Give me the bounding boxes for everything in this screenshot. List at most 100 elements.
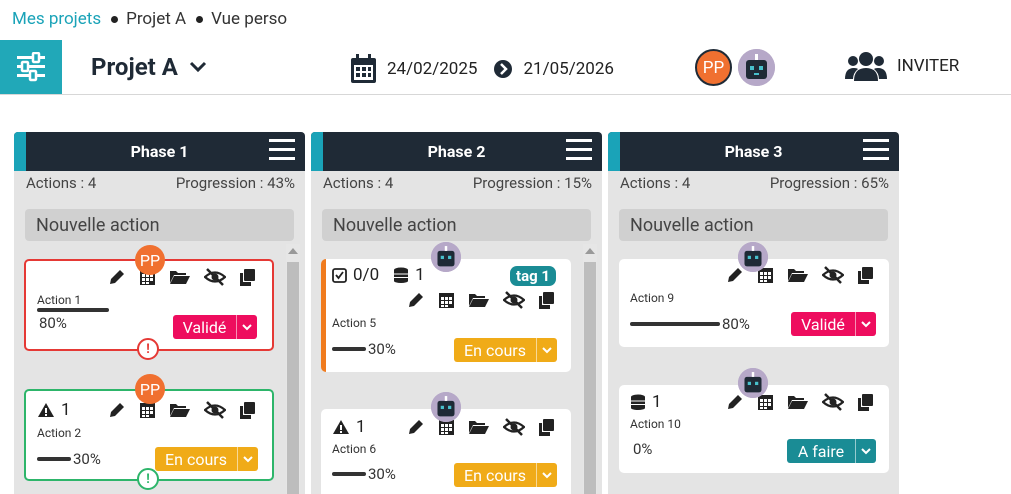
- chevron-down-icon[interactable]: [855, 312, 876, 336]
- status-dropdown[interactable]: Validé: [791, 312, 876, 336]
- copy-icon[interactable]: [240, 401, 255, 419]
- breadcrumb-project[interactable]: Projet A: [126, 9, 186, 29]
- folder-open-icon[interactable]: [787, 394, 808, 410]
- folder-open-icon[interactable]: [169, 402, 190, 418]
- calendar-grid-icon[interactable]: [439, 292, 454, 308]
- progression: Progression : 65%: [769, 174, 889, 192]
- eye-slash-icon[interactable]: [503, 291, 525, 309]
- avatar[interactable]: PP: [695, 49, 732, 86]
- alert-icon[interactable]: !: [137, 338, 159, 360]
- hamburger-menu-icon[interactable]: [269, 139, 295, 163]
- date-range[interactable]: 24/02/2025 21/05/2026: [350, 54, 614, 84]
- phase-title: Phase 1: [130, 142, 189, 161]
- phase-header: Phase 1: [14, 132, 305, 171]
- phase-header: Phase 3: [608, 132, 899, 171]
- eye-slash-icon[interactable]: [204, 268, 226, 286]
- breadcrumb-view: Vue perso: [211, 9, 288, 29]
- scroll-thumb[interactable]: [287, 262, 299, 494]
- invite-label: INVITER: [897, 56, 960, 76]
- assignee-avatar[interactable]: PP: [135, 245, 165, 275]
- phase-title: Phase 2: [427, 142, 486, 161]
- folder-open-icon[interactable]: [169, 269, 190, 285]
- end-date: 21/05/2026: [523, 59, 614, 79]
- pencil-icon[interactable]: [407, 291, 425, 309]
- eye-slash-icon[interactable]: [204, 401, 226, 419]
- eye-slash-icon[interactable]: [822, 393, 844, 411]
- progress-value: 80%: [39, 314, 67, 332]
- scroll-up-arrow[interactable]: [585, 248, 595, 254]
- folder-open-icon[interactable]: [468, 292, 489, 308]
- chevron-down-icon[interactable]: [536, 463, 557, 487]
- pencil-icon[interactable]: [108, 401, 126, 419]
- folder-open-icon[interactable]: [787, 267, 808, 283]
- progress-value: 30%: [368, 465, 396, 483]
- card-meta: 0/0 1: [332, 265, 425, 285]
- progress-value: 30%: [368, 340, 396, 358]
- calendar-grid-icon[interactable]: [758, 394, 773, 410]
- eye-slash-icon[interactable]: [503, 418, 525, 436]
- hamburger-menu-icon[interactable]: [566, 139, 592, 163]
- progress: 0%: [633, 440, 652, 458]
- assignee-avatar[interactable]: [738, 242, 768, 272]
- new-action-button[interactable]: Nouvelle action: [619, 209, 888, 241]
- copy-icon[interactable]: [240, 268, 255, 286]
- copy-icon[interactable]: [539, 418, 554, 436]
- pencil-icon[interactable]: [726, 393, 744, 411]
- assignee-avatar[interactable]: PP: [135, 374, 165, 404]
- status-dropdown[interactable]: En cours: [454, 338, 557, 362]
- copy-icon[interactable]: [858, 266, 873, 284]
- calendar-grid-icon[interactable]: [140, 402, 155, 418]
- tag-badge[interactable]: tag 1: [510, 266, 557, 286]
- action-card[interactable]: 0/0 1 tag 1 Action 5 30% En cours: [321, 259, 571, 372]
- breadcrumb-separator: [111, 15, 119, 23]
- status-dropdown[interactable]: En cours: [155, 447, 258, 471]
- invite-button[interactable]: INVITER: [845, 50, 959, 82]
- robot-icon: [431, 392, 461, 422]
- hamburger-menu-icon[interactable]: [863, 139, 889, 163]
- robot-avatar[interactable]: [738, 49, 775, 86]
- warning-triangle-icon: [333, 420, 349, 434]
- copy-icon[interactable]: [858, 393, 873, 411]
- status-dropdown[interactable]: Validé: [173, 315, 257, 339]
- filters-menu-button[interactable]: [0, 40, 62, 94]
- actions-count: Actions : 4: [26, 174, 97, 192]
- pencil-icon[interactable]: [108, 268, 126, 286]
- card-toolbar: [108, 268, 255, 286]
- assignee-avatar[interactable]: [738, 368, 768, 398]
- action-card[interactable]: 1 Action 10 0% A faire: [619, 385, 889, 473]
- warning-triangle-icon: [38, 403, 54, 417]
- chevron-down-icon[interactable]: [237, 447, 258, 471]
- folder-open-icon[interactable]: [468, 419, 489, 435]
- status-dropdown[interactable]: En cours: [454, 463, 557, 487]
- alert-icon[interactable]: !: [137, 468, 159, 490]
- copy-icon[interactable]: [539, 291, 554, 309]
- warning-count-value: 1: [356, 417, 366, 437]
- new-action-button[interactable]: Nouvelle action: [25, 209, 294, 241]
- status-dropdown[interactable]: A faire: [787, 439, 876, 463]
- progress: 30%: [332, 465, 396, 483]
- chevron-down-icon[interactable]: [236, 315, 257, 339]
- status-label: A faire: [797, 441, 845, 461]
- project-selector[interactable]: Projet A: [91, 53, 208, 81]
- progress-bar: [332, 472, 366, 476]
- phase-column: Phase 1 Actions : 4 Progression : 43% No…: [14, 132, 305, 494]
- scrollbar[interactable]: [583, 244, 597, 494]
- breadcrumb: Mes projets Projet A Vue perso: [12, 8, 287, 30]
- chevron-down-icon: [189, 61, 206, 73]
- scroll-thumb[interactable]: [584, 262, 596, 494]
- breadcrumb-link-projects[interactable]: Mes projets: [12, 9, 101, 29]
- pencil-icon[interactable]: [407, 418, 425, 436]
- phase-stats: Actions : 4 Progression : 65%: [608, 171, 899, 195]
- assignee-avatar[interactable]: [431, 392, 461, 422]
- eye-slash-icon[interactable]: [822, 266, 844, 284]
- scrollbar[interactable]: [286, 244, 300, 494]
- assignee-avatar[interactable]: [431, 242, 461, 272]
- chevron-down-icon[interactable]: [855, 439, 876, 463]
- scroll-up-arrow[interactable]: [288, 248, 298, 254]
- chevron-down-icon[interactable]: [536, 338, 557, 362]
- pencil-icon[interactable]: [726, 266, 744, 284]
- new-action-button[interactable]: Nouvelle action: [322, 209, 591, 241]
- phase-column: Phase 2 Actions : 4 Progression : 15% No…: [311, 132, 602, 494]
- action-card[interactable]: Action 9 80% Validé: [619, 259, 889, 347]
- robot-icon: [431, 242, 461, 272]
